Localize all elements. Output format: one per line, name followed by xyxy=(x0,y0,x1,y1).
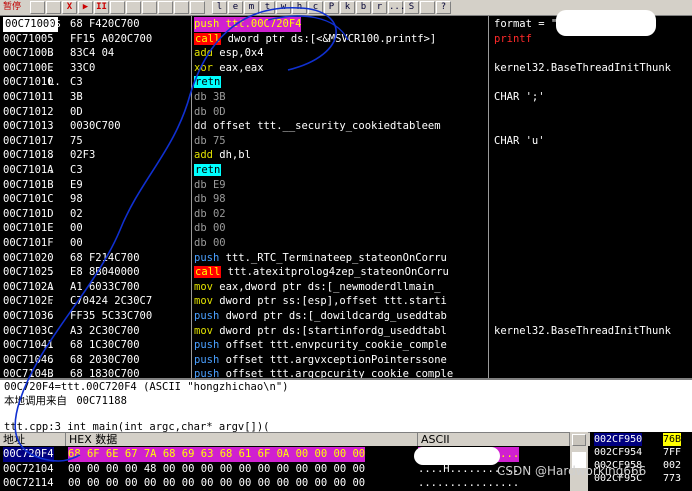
annotation-arrow xyxy=(14,7,349,462)
